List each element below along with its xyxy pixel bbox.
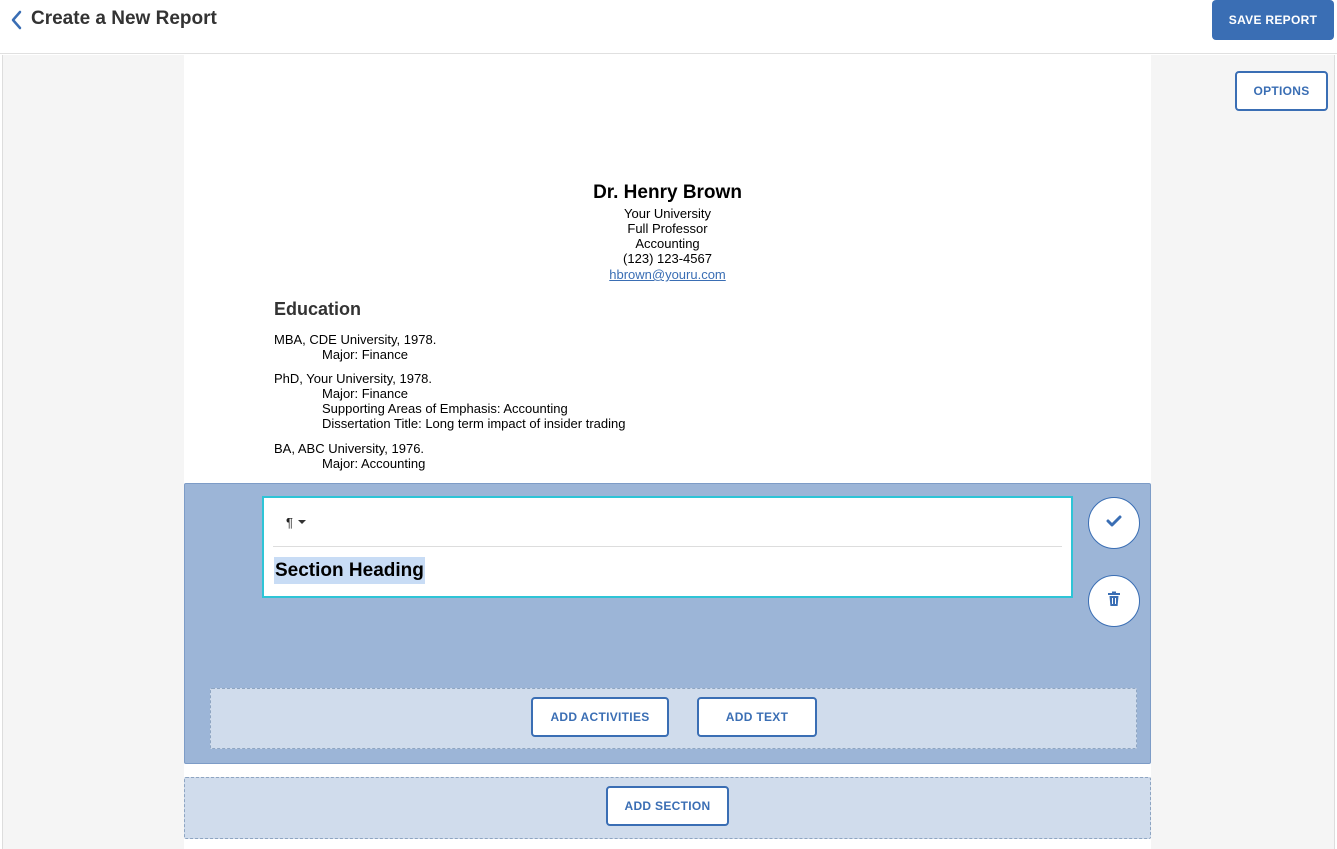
section-heading-input[interactable]: Section Heading (274, 557, 425, 584)
delete-button[interactable] (1088, 575, 1140, 627)
education-entry: BA, ABC University, 1976. Major: Account… (274, 441, 425, 471)
degree-line: PhD, Your University, 1978. (274, 371, 433, 386)
degree-detail: Major: Finance (322, 386, 408, 401)
check-icon (1106, 514, 1122, 533)
paragraph-style-dropdown[interactable]: ¶ (286, 511, 320, 533)
profile-phone: (123) 123-4567 (623, 251, 712, 266)
education-heading: Education (274, 299, 362, 319)
degree-detail: Major: Finance (322, 347, 408, 362)
education-entry: MBA, CDE University, 1978. Major: Financ… (274, 332, 436, 362)
profile-name: Dr. Henry Brown (593, 182, 742, 203)
caret-down-icon (297, 520, 306, 524)
degree-detail: Dissertation Title: Long term impact of … (322, 416, 626, 431)
add-section-button[interactable]: ADD SECTION (606, 786, 729, 826)
degree-detail: Supporting Areas of Emphasis: Accounting (322, 401, 568, 416)
page-title: Create a New Report (31, 8, 217, 29)
paragraph-icon: ¶ (286, 514, 293, 530)
add-content-dropzone (210, 688, 1137, 749)
profile-email-link[interactable]: hbrown@youru.com (609, 267, 726, 282)
degree-line: MBA, CDE University, 1978. (274, 332, 437, 347)
options-button[interactable]: OPTIONS (1235, 71, 1328, 111)
degree-line: BA, ABC University, 1976. (274, 441, 425, 456)
profile-university: Your University (624, 206, 711, 221)
chevron-left-icon[interactable] (8, 9, 26, 31)
profile-department: Accounting (635, 236, 700, 251)
trash-icon (1107, 591, 1121, 612)
degree-detail: Major: Accounting (322, 456, 426, 471)
profile-header: Dr. Henry Brown Your University Full Pro… (184, 180, 1151, 284)
add-activities-button[interactable]: ADD ACTIVITIES (531, 697, 669, 737)
top-bar: Create a New Report SAVE REPORT (0, 0, 1337, 54)
education-entry: PhD, Your University, 1978. Major: Finan… (274, 371, 625, 431)
profile-rank: Full Professor (627, 221, 708, 236)
editor-toolbar-divider (273, 546, 1062, 547)
save-report-button[interactable]: SAVE REPORT (1212, 0, 1334, 40)
add-text-button[interactable]: ADD TEXT (697, 697, 817, 737)
confirm-button[interactable] (1088, 497, 1140, 549)
